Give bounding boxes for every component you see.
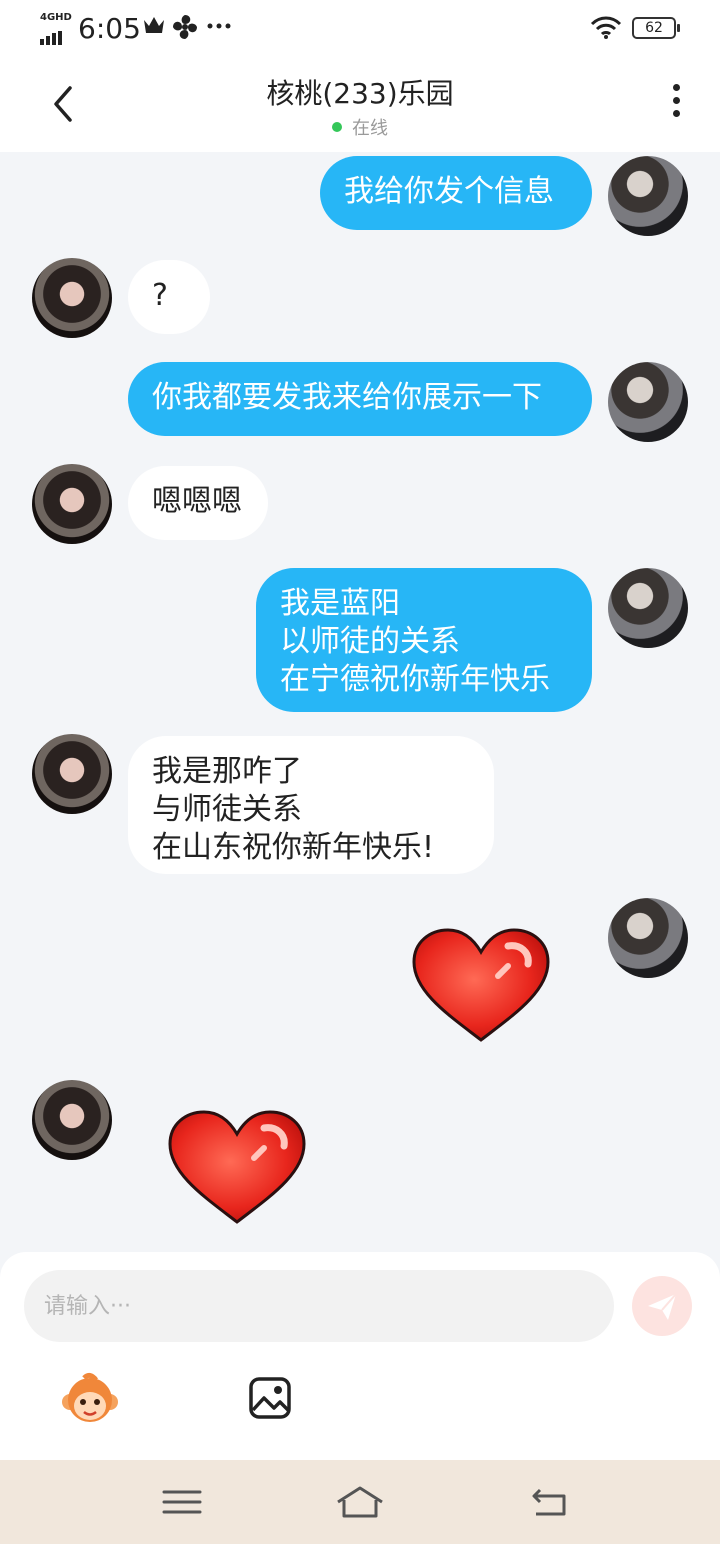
- input-panel: [0, 1252, 720, 1460]
- message-bubble[interactable]: ?: [128, 260, 210, 334]
- system-nav-bar: [0, 1460, 720, 1544]
- wifi-icon: [590, 16, 622, 39]
- send-button[interactable]: [632, 1276, 692, 1336]
- fan-icon: [173, 15, 197, 39]
- online-dot-icon: [332, 122, 342, 132]
- menu-icon[interactable]: [158, 1484, 206, 1520]
- message-bubble[interactable]: 我是那咋了 与师徒关系 在山东祝你新年快乐!: [128, 736, 494, 874]
- online-status: 在线: [332, 114, 388, 140]
- monkey-emoji-icon[interactable]: [60, 1370, 120, 1430]
- message-bubble[interactable]: 你我都要发我来给你展示一下: [128, 362, 592, 436]
- avatar[interactable]: [608, 156, 688, 236]
- avatar[interactable]: [32, 1080, 112, 1160]
- avatar[interactable]: [32, 258, 112, 338]
- chat-header: 核桃(233)乐园 在线: [0, 58, 720, 152]
- more-notifications-icon: [207, 23, 231, 29]
- status-time: 6:05: [78, 12, 141, 45]
- back-nav-icon[interactable]: [526, 1484, 574, 1520]
- heart-icon[interactable]: [166, 1108, 308, 1228]
- chat-title: 核桃(233)乐园: [266, 77, 454, 110]
- message-bubble[interactable]: 嗯嗯嗯: [128, 466, 268, 540]
- crown-icon: [144, 17, 164, 33]
- signal-icon: 4GHD: [40, 12, 72, 45]
- send-icon: [648, 1293, 677, 1320]
- avatar[interactable]: [608, 362, 688, 442]
- battery-icon: 62: [632, 17, 680, 39]
- title-block: 核桃(233)乐园 在线: [0, 72, 720, 140]
- home-icon[interactable]: [336, 1484, 384, 1520]
- avatar[interactable]: [32, 734, 112, 814]
- image-icon[interactable]: [248, 1376, 292, 1420]
- more-options-icon[interactable]: [664, 84, 688, 124]
- message-input[interactable]: [24, 1270, 614, 1342]
- online-status-label: 在线: [352, 118, 388, 139]
- heart-icon[interactable]: [410, 926, 552, 1046]
- message-bubble[interactable]: 我给你发个信息: [320, 156, 592, 230]
- avatar[interactable]: [608, 898, 688, 978]
- avatar[interactable]: [32, 464, 112, 544]
- network-type: 4GHD: [40, 12, 72, 23]
- message-bubble[interactable]: 我是蓝阳 以师徒的关系 在宁德祝你新年快乐: [256, 568, 592, 712]
- avatar[interactable]: [608, 568, 688, 648]
- status-bar: 4GHD 6:05 62: [0, 0, 720, 58]
